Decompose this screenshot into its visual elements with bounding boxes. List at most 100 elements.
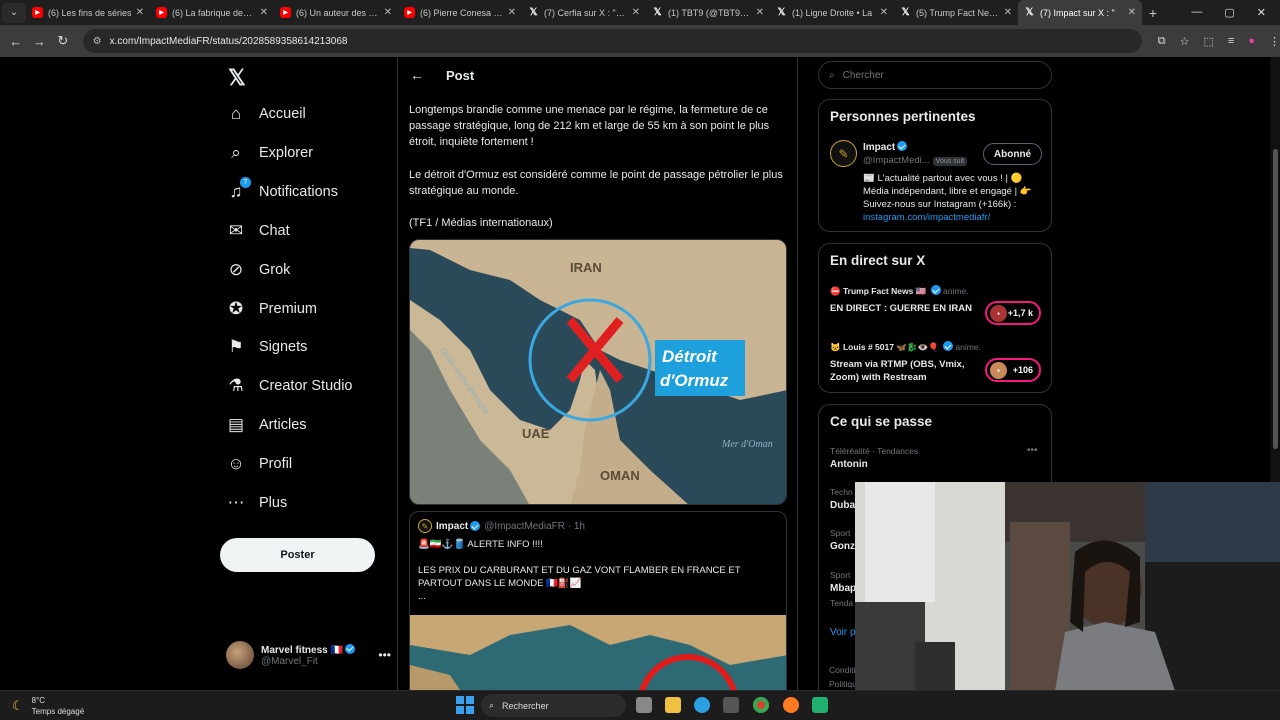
trend-name[interactable]: Mbap <box>830 583 856 594</box>
new-tab-button[interactable]: + <box>1142 5 1164 21</box>
task-view-icon[interactable] <box>636 697 652 713</box>
quoted-text-2: LES PRIX DU CARBURANT ET DU GAZ VONT FLA… <box>418 565 741 589</box>
profile-icon[interactable]: ● <box>1248 35 1255 48</box>
live-listeners-pill[interactable]: ● +106 <box>985 358 1041 382</box>
trend-name[interactable]: Antonin <box>830 459 868 470</box>
impact-avatar[interactable]: ✎ <box>830 140 857 167</box>
browser-tab[interactable]: 𝕏 (1) Ligne Droite • La ✕ <box>770 0 894 25</box>
live-stream-title[interactable]: Stream via RTMP (OBS, Vmix, Zoom) with R… <box>830 358 980 384</box>
post-map-image[interactable]: IRAN UAE OMAN Golfe Arabo-Persique Mer d… <box>409 239 787 505</box>
verified-icon <box>470 521 481 531</box>
tab-close-icon[interactable]: ✕ <box>1128 7 1136 18</box>
back-arrow-icon[interactable]: ← <box>410 67 430 83</box>
nav-item-signets[interactable]: ⚑ Signets <box>226 332 307 362</box>
close-icon[interactable]: ✕ <box>1257 6 1266 19</box>
tab-close-icon[interactable]: ✕ <box>756 7 764 18</box>
browser-tab[interactable]: 𝕏 (7) Cerfia sur X : "re E ✕ <box>522 0 646 25</box>
nav-item-label: Signets <box>259 339 308 356</box>
nav-item-creator-studio[interactable]: ⚗ Creator Studio <box>226 371 353 401</box>
more-icon[interactable]: ••• <box>1027 445 1038 456</box>
browser-tab[interactable]: 𝕏 (1) TBT9 (@TBT9_Wi ✕ <box>646 0 770 25</box>
browser-tab[interactable]: 𝕏 (5) Trump Fact News ✕ <box>894 0 1018 25</box>
post-button[interactable]: Poster <box>220 538 375 572</box>
file-explorer-icon[interactable] <box>665 697 681 713</box>
tab-title: (6) Pierre Conesa - Yo <box>420 7 504 18</box>
forward-icon[interactable]: → <box>28 34 52 49</box>
flask-icon: ⚗ <box>228 376 244 396</box>
sidebar-icon[interactable]: ≡ <box>1228 35 1234 48</box>
x-logo-icon[interactable]: 𝕏 <box>228 65 246 91</box>
menu-icon[interactable]: ⋮ <box>1269 35 1280 48</box>
browser-tab[interactable]: ▶ (6) Pierre Conesa - Yo ✕ <box>398 0 522 25</box>
live-title: En direct sur X <box>830 253 926 268</box>
trend-category: Sport <box>830 528 851 538</box>
relevant-user-name[interactable]: Impact <box>863 141 908 153</box>
more-icon[interactable]: ••• <box>378 648 391 662</box>
live-listeners-pill[interactable]: ● +1,7 k <box>985 301 1041 325</box>
address-bar[interactable]: ⚙ x.com/ImpactMediaFR/status/20285893586… <box>82 29 1142 53</box>
nav-item-articles[interactable]: ▤ Articles <box>226 410 307 440</box>
browser-tab[interactable]: ▶ (6) La fabrique des m ✕ <box>150 0 274 25</box>
post-header: ← Post <box>398 57 797 93</box>
minimize-icon[interactable]: — <box>1191 6 1202 19</box>
trend-name[interactable]: Duba <box>830 500 855 511</box>
map-label-iran: IRAN <box>570 260 602 275</box>
scrollbar-thumb[interactable] <box>1273 149 1278 449</box>
trend-name[interactable]: Gonz <box>830 541 855 552</box>
weather-widget[interactable]: ☾ 8°C Temps dégagé <box>12 695 84 717</box>
footer-terms[interactable]: Conditi <box>829 665 855 675</box>
tab-strip: ▶ (6) Les fins de séries ✕ ▶ (6) La fabrique… <box>26 0 1142 25</box>
extensions-icon[interactable]: ⬚ <box>1204 35 1214 48</box>
live-stream-title[interactable]: EN DIRECT : GUERRE EN IRAN <box>830 302 980 315</box>
taskbar-search[interactable]: ⌕ Rechercher <box>481 694 626 717</box>
account-switcher[interactable]: Marvel fitness 🇫🇷 @Marvel_Fit ••• <box>226 641 391 669</box>
browser-tab-bar: ⌄ ▶ (6) Les fins de séries ✕ ▶ (6) La fabriq… <box>0 0 1280 25</box>
account-name: Marvel fitness 🇫🇷 <box>261 643 355 656</box>
cast-icon[interactable]: ⧉ <box>1158 35 1166 48</box>
tab-close-icon[interactable]: ✕ <box>632 7 640 18</box>
quoted-post[interactable]: ✎ Impact @ImpactMediaFR · 1h 🚨🇮🇷⚓🛢️ ALER… <box>409 511 787 690</box>
edge-icon[interactable] <box>694 697 710 713</box>
search-icon: ⌕ <box>231 142 241 162</box>
tab-list-button[interactable]: ⌄ <box>2 2 26 23</box>
site-info-icon[interactable]: ⚙ <box>93 36 102 47</box>
store-icon[interactable] <box>723 697 739 713</box>
search-placeholder: Chercher <box>842 69 884 81</box>
show-more-link[interactable]: Voir p <box>830 627 856 638</box>
bookmark-star-icon[interactable]: ☆ <box>1180 35 1190 48</box>
following-button[interactable]: Abonné <box>983 143 1042 165</box>
footer-privacy[interactable]: Politiqu <box>829 679 857 689</box>
left-navigation: 𝕏 ⌂ Accueil ⌕ Explorer ♫ 7 Notifications ✉ Chat ⊘… <box>220 57 391 690</box>
mail-icon: ✉ <box>228 220 244 240</box>
chrome-icon[interactable] <box>753 697 769 713</box>
browser-tab[interactable]: ▶ (6) Un auteur des Gu ✕ <box>274 0 398 25</box>
nav-item-plus[interactable]: ⋯ Plus <box>226 488 288 518</box>
reload-icon[interactable]: ↻ <box>51 33 75 49</box>
tab-close-icon[interactable]: ✕ <box>508 7 516 18</box>
nav-item-chat[interactable]: ✉ Chat <box>226 216 290 246</box>
nav-item-explorer[interactable]: ⌕ Explorer <box>226 138 313 168</box>
windows-start-icon[interactable] <box>456 696 474 714</box>
tab-close-icon[interactable]: ✕ <box>260 7 268 18</box>
relevant-people-title: Personnes pertinentes <box>830 109 976 124</box>
moon-icon: ☾ <box>12 698 24 713</box>
maximize-icon[interactable]: ▢ <box>1224 6 1234 19</box>
browser-tab[interactable]: 𝕏 (7) Impact sur X : " ✕ <box>1018 0 1142 25</box>
firefox-icon[interactable] <box>783 697 799 713</box>
tab-close-icon[interactable]: ✕ <box>1004 7 1012 18</box>
back-icon[interactable]: ← <box>4 34 28 49</box>
nav-item-premium[interactable]: ✪ Premium <box>226 294 317 324</box>
nav-item-grok[interactable]: ⊘ Grok <box>226 255 291 285</box>
nav-item-notifications[interactable]: ♫ 7 Notifications <box>226 176 338 207</box>
tab-close-icon[interactable]: ✕ <box>880 7 888 18</box>
nav-item-label: Creator Studio <box>259 378 353 395</box>
tab-close-icon[interactable]: ✕ <box>136 7 144 18</box>
app-icon[interactable] <box>812 697 828 713</box>
nav-item-profil[interactable]: ☺ Profil <box>226 449 292 479</box>
browser-tab[interactable]: ▶ (6) Les fins de séries ✕ <box>26 0 150 25</box>
nav-item-accueil[interactable]: ⌂ Accueil <box>226 99 306 129</box>
instagram-link[interactable]: instagram.com/impactmediafr/ <box>863 212 990 223</box>
nav-item-label: Profil <box>259 456 293 473</box>
search-input[interactable]: ⌕ Chercher <box>818 61 1052 89</box>
tab-close-icon[interactable]: ✕ <box>384 7 392 18</box>
